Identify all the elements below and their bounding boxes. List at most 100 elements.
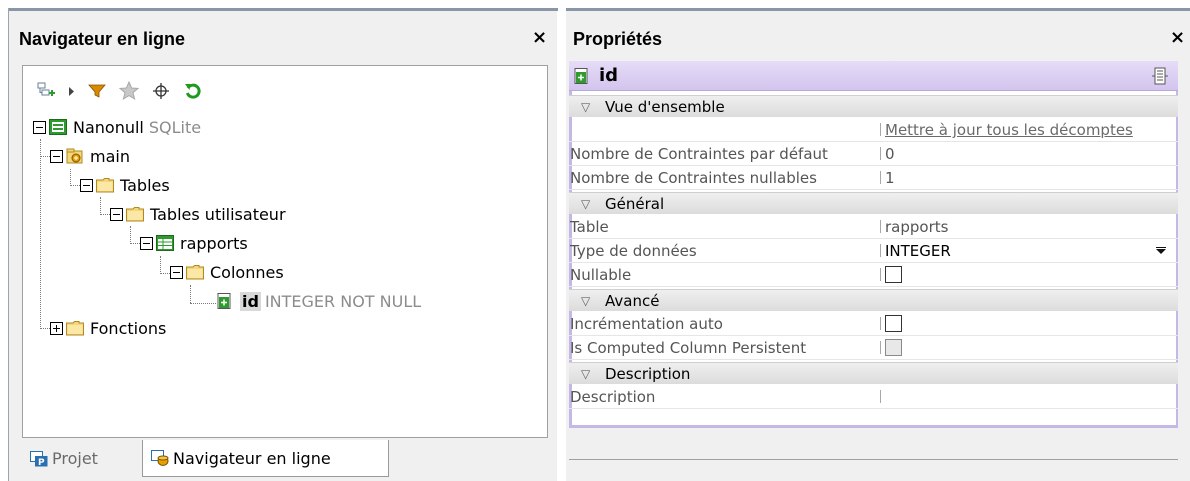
folder-label: Fonctions — [90, 318, 167, 338]
column-divider — [880, 268, 881, 281]
datatype-select[interactable]: INTEGER — [885, 242, 951, 260]
column-divider — [880, 147, 881, 160]
column-type: INTEGER NOT NULL — [264, 291, 422, 311]
tree-node-column[interactable]: id INTEGER NOT NULL — [216, 288, 421, 314]
table-name: rapports — [180, 233, 248, 253]
schema-name: main — [90, 146, 130, 166]
property-row: Nullable — [569, 263, 1178, 287]
tree-node-connection[interactable]: Nanonull SQLite — [33, 114, 201, 140]
tree-node-functions[interactable]: Fonctions — [50, 315, 166, 341]
tree-node-user-tables[interactable]: Tables utilisateur — [110, 201, 286, 227]
autoincrement-checkbox[interactable] — [885, 315, 902, 332]
panel-title: Propriétés — [573, 29, 663, 49]
property-name: Table — [570, 218, 609, 236]
property-row: Description — [569, 385, 1178, 409]
tree-connector — [40, 328, 50, 329]
crosshair-icon[interactable] — [149, 79, 173, 103]
favorites-icon[interactable] — [117, 79, 141, 103]
collapse-toggle[interactable] — [50, 149, 63, 163]
property-name: Incrémentation auto — [570, 315, 723, 333]
tree-connector — [160, 273, 170, 274]
categorize-icon[interactable] — [1152, 67, 1168, 90]
folder-icon — [186, 265, 204, 280]
collapse-toggle[interactable] — [33, 120, 46, 134]
object-name: id — [599, 65, 619, 86]
column-divider — [880, 171, 881, 184]
panel-tabs: P Projet Navigateur en ligne — [22, 440, 558, 481]
section-general[interactable]: ▽ Général — [569, 192, 1178, 214]
computed-persistent-checkbox — [885, 339, 902, 356]
property-name: Nullable — [570, 266, 632, 284]
tree-connector — [130, 243, 140, 244]
expand-toggle[interactable] — [50, 321, 63, 335]
properties-panel: Propriétés × id ▽ Vue d'ensemble Mettre … — [566, 8, 1190, 481]
section-overview[interactable]: ▽ Vue d'ensemble — [569, 95, 1178, 117]
tab-online-browser[interactable]: Navigateur en ligne — [142, 440, 389, 477]
column-divider — [880, 244, 881, 257]
folder-icon — [66, 321, 84, 336]
property-name: Nombre de Contraintes nullables — [570, 169, 817, 187]
property-grid: id ▽ Vue d'ensemble Mettre à jour tous l… — [569, 61, 1178, 428]
tree-node-columns[interactable]: Colonnes — [170, 259, 284, 285]
collapse-triangle-icon: ▽ — [581, 293, 591, 308]
close-properties-button[interactable]: × — [1170, 27, 1185, 48]
chevron-down-icon[interactable] — [1152, 243, 1170, 258]
property-row: Nombre de Contraintes nullables 1 — [569, 166, 1178, 190]
refresh-icon[interactable] — [181, 79, 205, 103]
tree-connector — [70, 185, 80, 186]
property-name: Description — [570, 388, 656, 406]
property-name: Nombre de Contraintes par défaut — [570, 145, 828, 163]
section-description[interactable]: ▽ Description — [569, 362, 1178, 384]
collapse-triangle-icon: ▽ — [581, 366, 591, 381]
section-advanced[interactable]: ▽ Avancé — [569, 289, 1178, 311]
folder-label: Tables utilisateur — [150, 204, 286, 224]
column-divider — [880, 341, 881, 354]
property-row: Mettre à jour tous les décomptes — [569, 118, 1178, 142]
filter-icon[interactable] — [85, 79, 109, 103]
tree-node-table[interactable]: rapports — [140, 230, 248, 256]
folder-label: Colonnes — [210, 262, 284, 282]
property-name: Type de données — [570, 242, 697, 260]
folder-icon — [126, 207, 144, 222]
property-row: Incrémentation auto — [569, 312, 1178, 336]
property-row: Nombre de Contraintes par défaut 0 — [569, 142, 1178, 166]
collapse-toggle[interactable] — [80, 178, 93, 192]
tree-node-tables[interactable]: Tables — [80, 172, 170, 198]
section-label: Général — [605, 194, 665, 213]
property-value: 0 — [885, 145, 895, 163]
tree-connector — [190, 303, 216, 304]
close-navigator-button[interactable]: × — [532, 27, 547, 48]
tab-project[interactable]: P Projet — [24, 440, 142, 477]
tab-label: Projet — [52, 449, 98, 468]
project-icon: P — [30, 450, 48, 467]
property-row: Table rapports — [569, 215, 1178, 239]
tree-connector — [70, 169, 71, 184]
online-browser-panel: Navigateur en ligne × Nanonull SQLite ma… — [8, 8, 558, 481]
column-divider — [880, 123, 881, 136]
column-divider — [880, 390, 881, 403]
section-label: Avancé — [605, 291, 660, 310]
property-row: Type de données INTEGER — [569, 239, 1178, 263]
svg-text:P: P — [38, 458, 45, 467]
dropdown-arrow-icon[interactable] — [67, 79, 77, 103]
collapse-toggle[interactable] — [110, 207, 123, 221]
tab-label: Navigateur en ligne — [173, 448, 331, 468]
property-row: Is Computed Column Persistent — [569, 336, 1178, 360]
tree-node-schema[interactable]: main — [50, 143, 130, 169]
table-icon — [156, 235, 174, 251]
column-divider — [880, 220, 881, 233]
update-counts-link[interactable]: Mettre à jour tous les décomptes — [885, 121, 1133, 139]
panel-top-border — [9, 8, 558, 11]
tree-connector — [130, 226, 131, 244]
tree-connector — [100, 214, 110, 215]
tree-connector — [40, 139, 41, 329]
collapse-toggle[interactable] — [140, 236, 153, 250]
section-label: Description — [605, 364, 691, 383]
section-label: Vue d'ensemble — [605, 97, 725, 116]
collapse-toggle[interactable] — [170, 265, 183, 279]
property-value: rapports — [885, 218, 949, 236]
nullable-checkbox[interactable] — [885, 266, 902, 283]
property-name: Is Computed Column Persistent — [570, 339, 807, 357]
property-value: 1 — [885, 169, 895, 187]
add-object-icon[interactable] — [35, 79, 59, 103]
